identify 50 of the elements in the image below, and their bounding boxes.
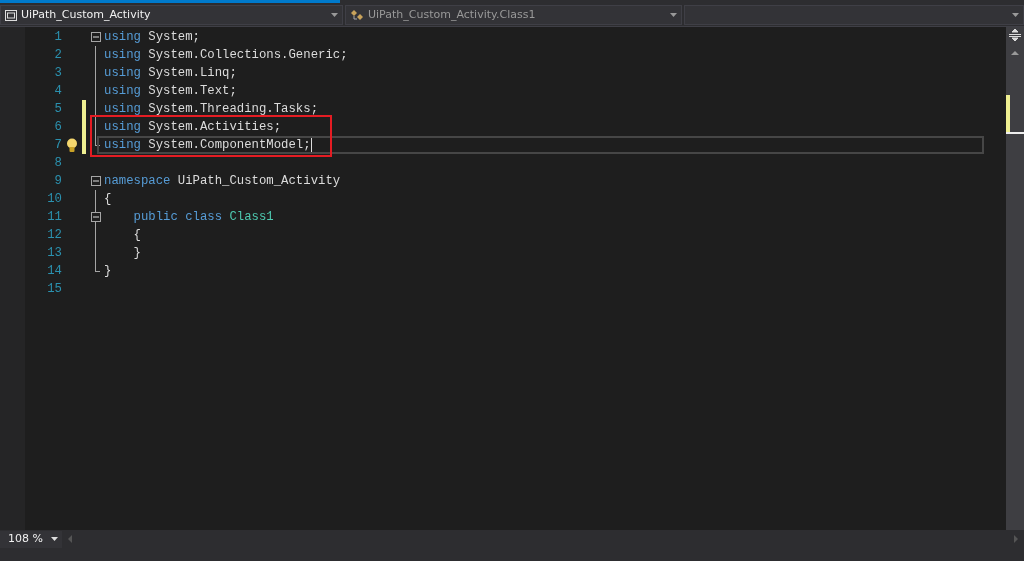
caret-icon bbox=[331, 13, 338, 17]
collapse-icon[interactable] bbox=[91, 32, 101, 42]
zoom-level: 108 % bbox=[8, 530, 43, 547]
line-number: 11 bbox=[46, 208, 62, 226]
line-number: 13 bbox=[46, 244, 62, 262]
line-number: 6 bbox=[53, 118, 62, 136]
code-line: using System.Activities; bbox=[103, 118, 283, 136]
caret-icon bbox=[670, 13, 677, 17]
change-marker bbox=[1006, 95, 1010, 132]
project-icon bbox=[5, 9, 17, 21]
line-number: 9 bbox=[53, 172, 62, 190]
text-cursor bbox=[310, 137, 312, 152]
code-line: { bbox=[132, 226, 142, 244]
collapse-icon[interactable] bbox=[91, 212, 101, 222]
project-dropdown[interactable]: UiPath_Custom_Activity bbox=[0, 5, 343, 25]
line-number: 5 bbox=[53, 100, 62, 118]
type-dropdown[interactable]: UiPath_Custom_Activity.Class1 bbox=[345, 5, 682, 25]
zoom-dropdown[interactable]: 108 % bbox=[0, 530, 62, 548]
line-number: 14 bbox=[46, 262, 62, 280]
code-line: using System.Collections.Generic; bbox=[103, 46, 349, 64]
scroll-up-icon[interactable] bbox=[1011, 51, 1019, 55]
splitter-icon[interactable] bbox=[1009, 29, 1021, 41]
code-line: { bbox=[103, 190, 113, 208]
code-line: using System; bbox=[103, 28, 201, 46]
line-number: 15 bbox=[46, 280, 62, 298]
line-number: 7 bbox=[53, 136, 62, 154]
code-line: using System.Linq; bbox=[103, 64, 238, 82]
collapse-icon[interactable] bbox=[91, 176, 101, 186]
line-number: 1 bbox=[53, 28, 62, 46]
caret-icon bbox=[1012, 13, 1019, 17]
line-number: 3 bbox=[53, 64, 62, 82]
lightbulb-icon[interactable] bbox=[66, 137, 78, 153]
caret-icon bbox=[50, 537, 58, 541]
code-line: } bbox=[103, 262, 113, 280]
caret-marker bbox=[1006, 132, 1024, 134]
class-icon bbox=[350, 9, 364, 21]
line-number: 10 bbox=[46, 190, 62, 208]
code-line: using System.Threading.Tasks; bbox=[103, 100, 319, 118]
code-line: namespace UiPath_Custom_Activity bbox=[103, 172, 342, 190]
line-number: 8 bbox=[53, 154, 62, 172]
code-line: using System.Text; bbox=[103, 82, 238, 100]
line-number: 4 bbox=[53, 82, 62, 100]
project-name: UiPath_Custom_Activity bbox=[21, 6, 151, 23]
vertical-scrollbar[interactable] bbox=[1006, 27, 1024, 530]
code-line: } bbox=[132, 244, 142, 262]
code-line: public class Class1 bbox=[132, 208, 275, 226]
line-number: 2 bbox=[53, 46, 62, 64]
type-name: UiPath_Custom_Activity.Class1 bbox=[368, 6, 536, 23]
line-number: 12 bbox=[46, 226, 62, 244]
code-line: using System.ComponentModel; bbox=[103, 136, 313, 154]
